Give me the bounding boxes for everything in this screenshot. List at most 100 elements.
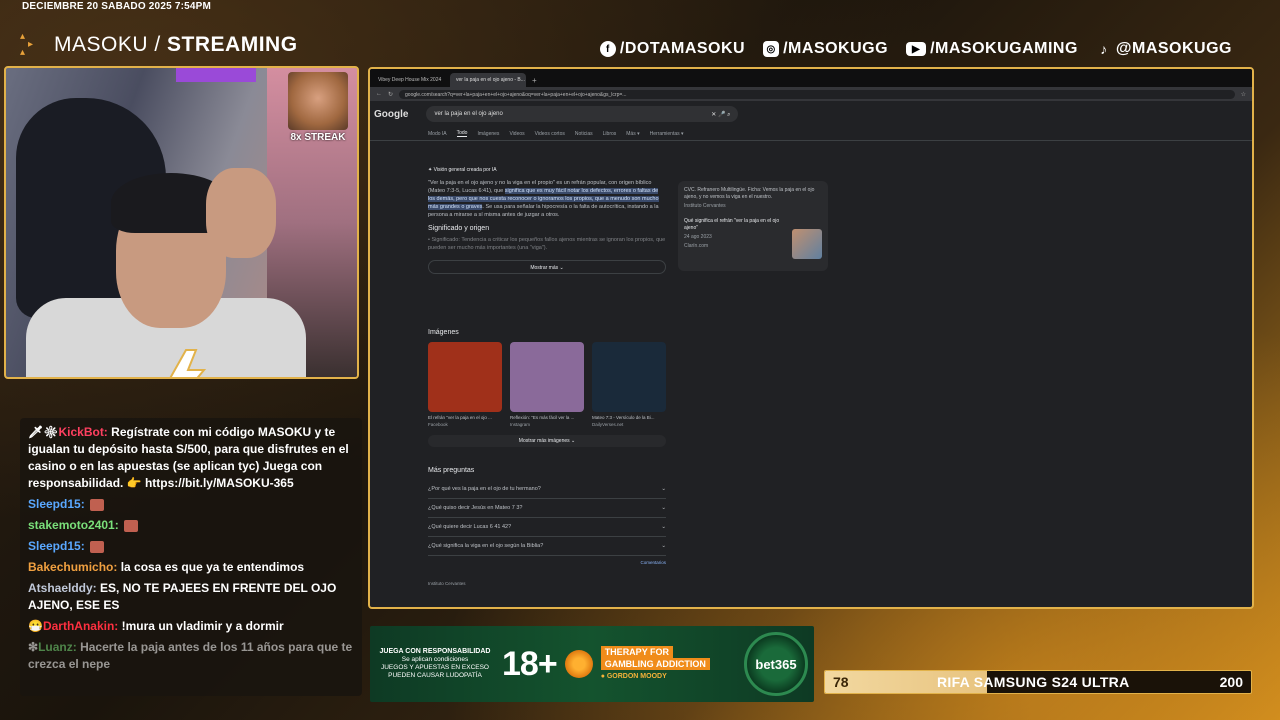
image-source: Instagram	[510, 422, 531, 427]
social-facebook-label: /DOTAMASOKU	[619, 40, 746, 57]
chat-message: Bakechumicho: la cosa es que ya te enten…	[28, 559, 354, 576]
address-bar[interactable]: google.com/search?q=ver+la+paja+en+el+oj…	[399, 89, 1235, 99]
images-row: El refrán "ver la paja en el ojo ... Face…	[428, 342, 666, 427]
social-tiktok: ♪ @MASOKUGG	[1096, 40, 1232, 58]
chat-message: Atshaelddy: ES, NO TE PAJEES EN FRENTE D…	[28, 580, 354, 614]
ai-overview: ✦ Visión general creada por IA "Ver la p…	[428, 167, 666, 274]
chat-username[interactable]: Bakechumicho:	[28, 560, 117, 574]
image-thumbnail[interactable]	[428, 342, 502, 412]
source-thumbnail[interactable]	[792, 229, 822, 259]
search-tab[interactable]: Todo	[456, 130, 468, 137]
datetime: DECIEMBRE 20 SABADO 2025 7:54PM	[22, 1, 212, 12]
search-tab[interactable]: Modo IA	[428, 131, 447, 137]
chevron-down-icon[interactable]: ⌄	[661, 486, 666, 492]
paa-title: Más preguntas	[428, 467, 475, 474]
image-caption: Reflexión: "Es más fácil ver la ...	[510, 415, 575, 420]
image-result[interactable]: Reflexión: "Es más fácil ver la ... Insta…	[510, 342, 584, 427]
more-images-button[interactable]: Mostrar más imágenes ⌄	[428, 435, 666, 447]
search-tools-icons[interactable]: ✕ 🎤 ⌕	[711, 111, 730, 118]
emote-icon	[124, 519, 139, 532]
chat-username[interactable]: Atshaelddy:	[28, 581, 97, 595]
chat-badge-icon: ❇	[28, 640, 39, 654]
raffle-current: 78	[833, 674, 849, 690]
ad-disclaimer: JUEGA CON RESPONSABILIDAD Se aplican con…	[376, 648, 494, 680]
image-thumbnail[interactable]	[592, 342, 666, 412]
streak-label: 8x STREAK	[290, 132, 346, 143]
chevron-down-icon[interactable]: ⌄	[661, 524, 666, 530]
emote-icon	[90, 498, 105, 511]
chat-username[interactable]: Luanz:	[38, 640, 77, 654]
brand-title: MASOKU / STREAMING	[54, 33, 298, 57]
chat-username[interactable]: stakemoto2401:	[28, 518, 119, 532]
new-tab-button[interactable]: +	[528, 74, 541, 87]
ai-overview-title-text: Visión general creada por IA	[433, 167, 497, 173]
paa-question: ¿Por qué ves la paja en el ojo de tu her…	[428, 486, 541, 492]
search-tab[interactable]: Imágenes	[477, 131, 499, 137]
search-tab[interactable]: Videos cortos	[535, 131, 565, 137]
search-tab[interactable]: Noticias	[575, 131, 593, 137]
images-section: Imágenes El refrán "ver la paja en el oj…	[428, 323, 666, 447]
image-result[interactable]: Mateo 7:3 - Versículo de la Bi... DailyVe…	[592, 342, 666, 427]
search-tabs: Modo IA Todo Imágenes Videos Videos cortos No…	[370, 127, 1252, 141]
chat-text: !mura un vladimir y a dormir	[121, 619, 284, 633]
chat-message: 😷DarthAnakin: !mura un vladimir y a dorm…	[28, 618, 354, 635]
search-tab[interactable]: Libros	[603, 131, 617, 137]
webcam-light	[176, 68, 256, 82]
age-badge: 18+	[502, 644, 558, 683]
star-icon[interactable]: ☆	[1241, 91, 1246, 98]
ai-overview-text: "Ver la paja en el ojo ajeno y no la vig…	[428, 179, 666, 219]
chat-username[interactable]: Sleepd15:	[28, 539, 85, 553]
chat-text: Hacerte la paja antes de los 11 años par…	[28, 640, 353, 671]
source-text[interactable]: CVC. Refranero Multilingüe. Ficha: Vemos…	[684, 187, 822, 201]
google-logo[interactable]: Google	[374, 109, 408, 120]
source-question[interactable]: Qué significa el refrán "ver la paja en …	[684, 218, 784, 232]
next-result-source[interactable]: Instituto Cervantes	[428, 581, 466, 586]
browser-tab-active[interactable]: ver la paja en el ojo ajeno - B...	[450, 73, 526, 87]
chevron-down-icon[interactable]: ⌄	[661, 543, 666, 549]
ad-line2: Se aplican condiciones	[401, 656, 469, 663]
chat-panel: 🗡❇KickBot: Regístrate con mi código MASO…	[20, 418, 362, 696]
chat-username[interactable]: Sleepd15:	[28, 497, 85, 511]
chat-message: stakemoto2401:	[28, 517, 354, 534]
search-input[interactable]: ver la paja en el ojo ajeno ✕ 🎤 ⌕	[426, 106, 739, 122]
people-also-ask: Más preguntas ¿Por qué ves la paja en el…	[428, 467, 666, 565]
social-links: f /DOTAMASOKU ◎ /MASOKUGG ▶ /MASOKUGAMIN…	[599, 40, 1232, 58]
paa-item[interactable]: ¿Por qué ves la paja en el ojo de tu her…	[428, 480, 666, 499]
chat-username[interactable]: DarthAnakin:	[43, 619, 118, 633]
chevron-down-icon[interactable]: ⌄	[661, 505, 666, 511]
image-source: Facebook	[428, 422, 448, 427]
lightning-icon	[169, 349, 207, 377]
chat-badge-icon: 😷	[28, 619, 43, 633]
comments-link[interactable]: Comentarios	[428, 560, 666, 565]
paa-item[interactable]: ¿Qué significa la viga en el ojo según l…	[428, 537, 666, 556]
instagram-icon: ◎	[763, 41, 780, 57]
social-youtube-label: /MASOKUGAMING	[930, 40, 1078, 57]
show-more-button[interactable]: Mostrar más ⌄	[428, 260, 666, 274]
therapy-logo-icon	[564, 650, 593, 678]
chat-text: la cosa es que ya te entendimos	[120, 560, 305, 574]
webcam-feed: 8x STREAK	[4, 66, 359, 379]
emote-icon	[90, 540, 105, 553]
paa-item[interactable]: ¿Qué quiere decir Lucas 6 41 42? ⌄	[428, 518, 666, 537]
image-thumbnail[interactable]	[510, 342, 584, 412]
section-title: Significado y origen	[428, 225, 490, 232]
search-tab[interactable]: Herramientas ▾	[650, 131, 684, 137]
chat-message: 🗡❇KickBot: Regístrate con mi código MASO…	[28, 424, 354, 492]
search-tab[interactable]: Videos	[509, 131, 524, 137]
search-tab[interactable]: Más ▾	[626, 131, 639, 137]
brand-title-part2: STREAMING	[160, 33, 298, 56]
social-tiktok-label: @MASOKUGG	[1115, 40, 1232, 57]
brand-title-part1: MASOKU /	[54, 33, 161, 56]
chat-username[interactable]: KickBot:	[58, 425, 107, 439]
raffle-progress-bar: 78 RIFA SAMSUNG S24 ULTRA 200	[824, 670, 1252, 694]
paa-item[interactable]: ¿Qué quiso decir Jesús en Mateo 7 3? ⌄	[428, 499, 666, 518]
browser-tab[interactable]: Vibey Deep House Mix 2024	[372, 73, 448, 87]
bet365-logo: bet365	[744, 632, 808, 696]
back-icon[interactable]: ←	[376, 91, 382, 97]
image-source: DailyVerses.net	[592, 422, 624, 427]
image-result[interactable]: El refrán "ver la paja en el ojo ... Face…	[428, 342, 502, 427]
paa-question: ¿Qué significa la viga en el ojo según l…	[428, 543, 544, 549]
raffle-label: RIFA SAMSUNG S24 ULTRA	[937, 674, 1130, 690]
reload-icon[interactable]: ↻	[388, 91, 393, 98]
webcam-person-hand	[206, 168, 276, 258]
